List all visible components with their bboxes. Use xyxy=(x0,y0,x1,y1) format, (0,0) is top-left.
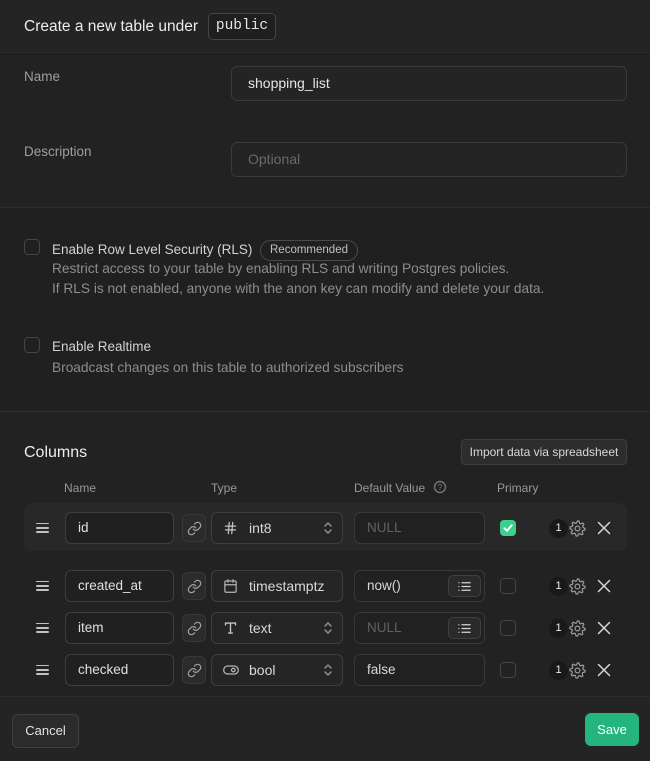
svg-text:?: ? xyxy=(438,483,443,492)
